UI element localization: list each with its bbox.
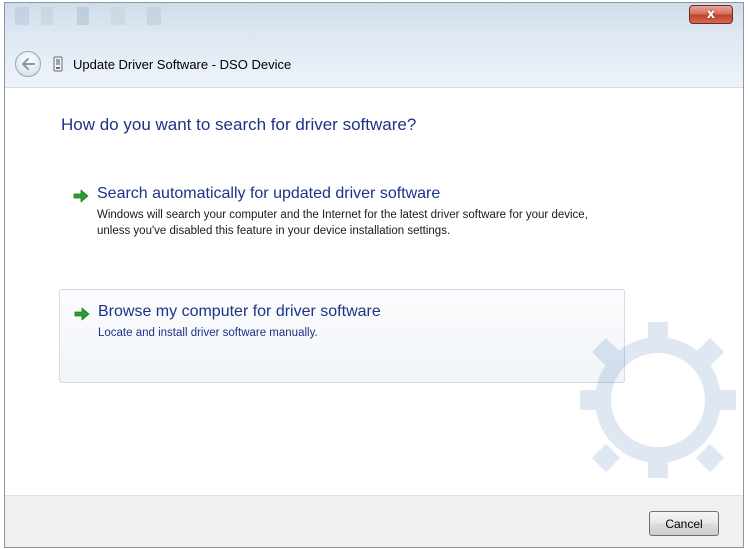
close-icon: x	[706, 7, 716, 22]
option-description: Locate and install driver software manua…	[98, 327, 318, 339]
search-automatically-option[interactable]: Search automatically for updated driver …	[59, 180, 625, 270]
title-bar: x Update Driver Software - DSO Device	[5, 3, 743, 87]
window-title: Update Driver Software - DSO Device	[73, 56, 292, 72]
green-arrow-icon	[74, 307, 90, 321]
page-heading: How do you want to search for driver sof…	[61, 115, 417, 134]
green-arrow-icon	[73, 189, 89, 203]
option-title: Search automatically for updated driver …	[97, 185, 441, 202]
option-description: Windows will search your computer and th…	[97, 209, 588, 237]
dialog-footer: Cancel	[5, 495, 743, 547]
device-icon	[53, 56, 63, 72]
update-driver-dialog: x Update Driver Software - DSO Device Ho…	[4, 2, 744, 548]
browse-computer-option[interactable]: Browse my computer for driver software L…	[59, 289, 625, 383]
cancel-button[interactable]: Cancel	[649, 511, 719, 536]
close-button[interactable]: x	[689, 5, 733, 24]
back-arrow-icon	[22, 58, 35, 70]
navigation-bar: Update Driver Software - DSO Device	[5, 47, 743, 81]
title-bar-background	[15, 7, 205, 25]
option-title: Browse my computer for driver software	[98, 303, 381, 320]
back-button[interactable]	[15, 51, 41, 77]
content-area: How do you want to search for driver sof…	[5, 87, 743, 496]
